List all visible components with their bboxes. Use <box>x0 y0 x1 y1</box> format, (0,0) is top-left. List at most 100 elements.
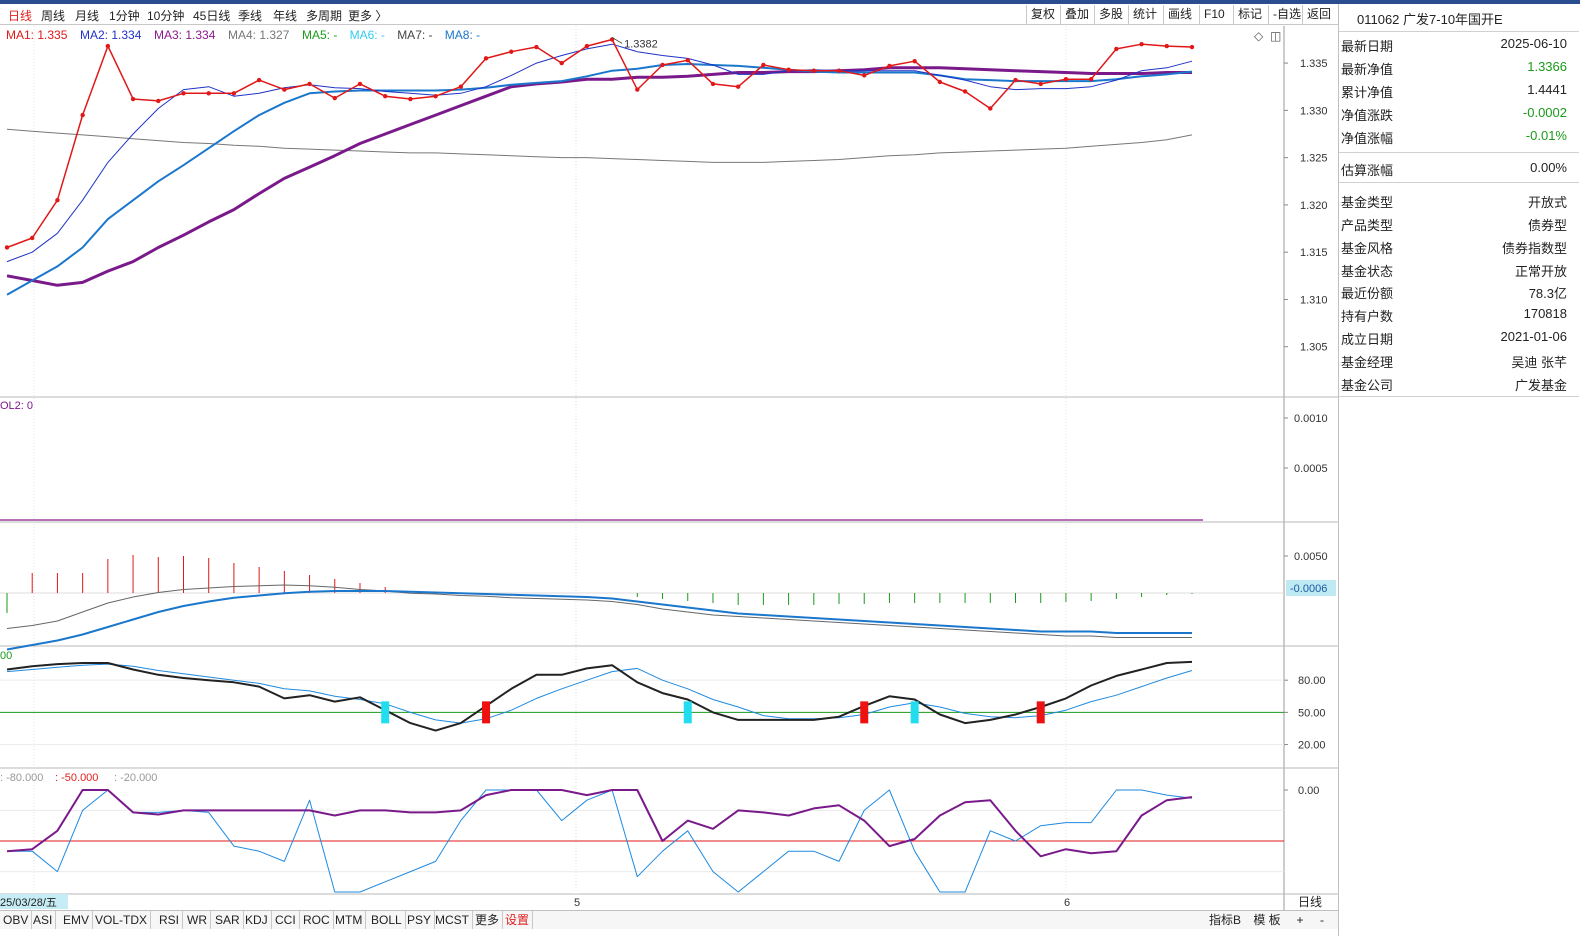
info-value: 0.00% <box>1530 160 1567 175</box>
indicator-tab-15[interactable]: 设置 <box>502 911 534 929</box>
window-icon[interactable]: ◫ <box>1270 29 1281 43</box>
ma1-point <box>458 84 464 89</box>
info-row: 基金经理 吴迪 张芊 <box>1339 349 1569 371</box>
indicator-bar: OBV ASI EMV VOL-TDX RSI WR SAR KDJ CCI ROC MTM BOLL… <box>0 910 1338 929</box>
price-tick-label: 1.320 <box>1300 200 1328 212</box>
period-6[interactable]: 季线 <box>238 7 262 24</box>
kdj-legend: 00 <box>0 650 12 662</box>
indicator-tab-1[interactable]: ASI <box>30 911 57 929</box>
info-value: 吴迪 张芊 <box>1511 355 1567 370</box>
info-row: 净值涨幅 -0.01% <box>1339 125 1569 147</box>
info-row: 最近份额 78.3亿 <box>1339 280 1569 302</box>
ma-legend-item: MA3: 1.334 <box>154 28 216 42</box>
ma1-point <box>130 96 136 102</box>
vol-tick-label: 0.0010 <box>1294 413 1328 425</box>
kdj-k-line <box>6 660 1193 732</box>
tool-button-0[interactable]: 复权 <box>1026 5 1059 24</box>
period-5[interactable]: 45日线 <box>193 7 230 24</box>
tool-button-7[interactable]: -自选 <box>1268 5 1305 24</box>
ma1-point <box>357 81 363 87</box>
right-tab-1[interactable]: 模 板 <box>1250 911 1284 929</box>
peak-label: 1.3382 <box>624 38 658 50</box>
info-value: 2021-01-06 <box>1500 329 1568 344</box>
tool-button-4[interactable]: 画线 <box>1163 5 1196 24</box>
vol-tick-label: 0.0005 <box>1294 463 1328 475</box>
price-tick-label: 1.310 <box>1300 294 1328 306</box>
info-value: 开放式 <box>1527 195 1567 210</box>
ma1-point <box>1164 43 1169 49</box>
tool-button-6[interactable]: 标记 <box>1233 5 1266 24</box>
indicator-tab-3[interactable]: VOL-TDX <box>92 911 152 929</box>
period-2[interactable]: 月线 <box>75 7 99 24</box>
ma1-point <box>30 235 35 241</box>
ma1-point <box>181 91 186 96</box>
info-value: 78.3亿 <box>1528 286 1567 301</box>
indicator-tab-0[interactable]: OBV <box>0 911 33 929</box>
tool-button-5[interactable]: F10 <box>1199 5 1229 24</box>
indicator-tab-7[interactable]: KDJ <box>242 911 272 929</box>
right-tab-0[interactable]: 指标B <box>1206 911 1244 929</box>
ma1-point <box>660 62 665 68</box>
info-label: 基金公司 <box>1341 378 1394 393</box>
price-tick-label: 1.330 <box>1300 105 1328 117</box>
ma1-point <box>786 67 791 72</box>
indicator-tab-13[interactable]: MCST <box>432 911 473 929</box>
indicator-tab-8[interactable]: CCI <box>272 911 300 929</box>
tool-button-2[interactable]: 多股 <box>1094 5 1127 24</box>
period-0[interactable]: 日线 <box>8 7 32 24</box>
period-tag: 日线 <box>1298 895 1322 909</box>
ma1-point <box>156 98 161 104</box>
ma3-line <box>6 66 1192 287</box>
period-9[interactable]: 更多 〉 <box>348 7 387 24</box>
info-row: 产品类型 债券型 <box>1339 212 1569 234</box>
ma1-point <box>912 59 917 64</box>
indicator-tab-11[interactable]: BOLL <box>368 911 406 929</box>
period-7[interactable]: 年线 <box>273 7 297 24</box>
tool-button-3[interactable]: 统计 <box>1128 5 1161 24</box>
fund-title: 011062 广发7-10年国开E <box>1357 12 1503 27</box>
price-tick-label: 1.335 <box>1300 58 1328 70</box>
wr1-line <box>6 789 1193 858</box>
period-8[interactable]: 多周期 <box>306 7 342 24</box>
wr-tick-label: 0.00 <box>1298 785 1319 797</box>
ma4-line <box>6 128 1193 163</box>
ma1-point <box>256 77 262 83</box>
ma-legend-item: MA4: 1.327 <box>228 28 290 42</box>
right-tab-3[interactable]: - <box>1312 911 1332 929</box>
tool-button-1[interactable]: 叠加 <box>1060 5 1093 24</box>
kdj-tick-label: 50.00 <box>1298 707 1326 719</box>
ma1-point <box>988 106 993 111</box>
indicator-tab-5[interactable]: WR <box>184 911 211 929</box>
wr-legend-item: : -50.000 <box>55 772 98 784</box>
indicator-tab-6[interactable]: SAR <box>212 911 244 929</box>
info-label: 最新日期 <box>1341 39 1394 54</box>
wr-legend-item: : -80.000 <box>0 772 43 784</box>
diamond-icon[interactable]: ◇ <box>1254 29 1264 43</box>
ma1-point <box>761 62 766 68</box>
info-value: 1.4441 <box>1527 82 1567 97</box>
kdj-signal-marker <box>482 701 491 724</box>
period-4[interactable]: 10分钟 <box>147 7 184 24</box>
indicator-tab-4[interactable]: RSI <box>156 911 184 929</box>
panel-divider <box>1339 396 1579 397</box>
indicator-tab-2[interactable]: EMV <box>60 911 94 929</box>
month-label: 6 <box>1064 897 1070 909</box>
indicator-tab-10[interactable]: MTM <box>332 911 367 929</box>
info-row: 净值涨跌 -0.0002 <box>1339 102 1569 124</box>
info-value: 债券指数型 <box>1501 241 1567 256</box>
indicator-tab-9[interactable]: ROC <box>300 911 334 929</box>
ma1-point <box>483 56 489 61</box>
tool-button-8[interactable]: 返回 <box>1302 5 1335 24</box>
ma-legend-item: MA1: 1.335 <box>6 28 68 42</box>
indicator-tab-12[interactable]: PSY <box>404 911 436 929</box>
period-3[interactable]: 1分钟 <box>109 7 140 24</box>
indicator-tab-14[interactable]: 更多 <box>472 911 504 929</box>
ma1-point <box>584 43 590 49</box>
ma1-point <box>80 112 85 118</box>
ma-legend-item: MA2: 1.334 <box>80 28 142 42</box>
info-value: 170818 <box>1523 306 1567 321</box>
info-label: 净值涨幅 <box>1341 131 1394 146</box>
info-label: 最近份额 <box>1341 286 1394 301</box>
period-1[interactable]: 周线 <box>41 7 65 24</box>
right-tab-2[interactable]: + <box>1290 911 1310 929</box>
